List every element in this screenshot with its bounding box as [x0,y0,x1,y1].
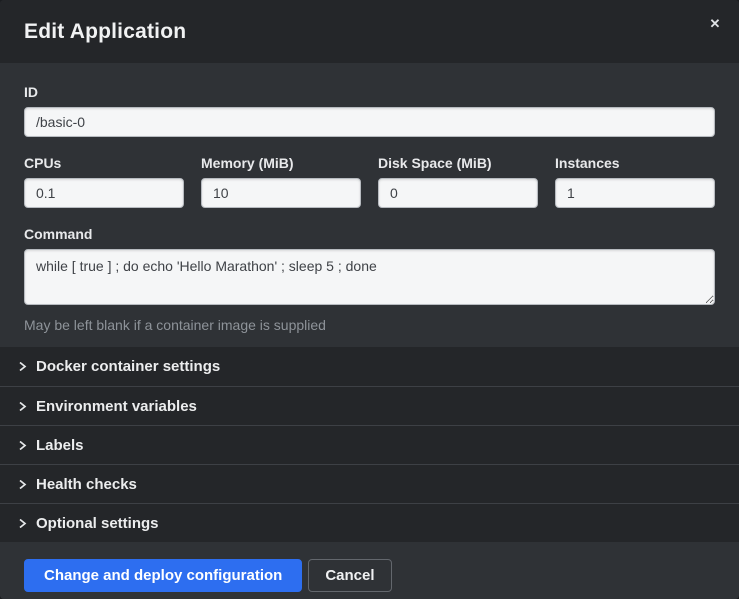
command-help-text: May be left blank if a container image i… [24,317,715,333]
modal-header: Edit Application ✕ [0,0,739,63]
disk-label: Disk Space (MiB) [378,155,538,171]
change-and-deploy-button[interactable]: Change and deploy configuration [24,559,302,592]
chevron-right-icon [18,402,27,411]
edit-application-modal: Edit Application ✕ ID CPUs Memory (MiB) … [0,0,739,599]
resources-row: CPUs Memory (MiB) Disk Space (MiB) Insta… [24,155,715,208]
section-label: Optional settings [36,515,159,532]
cancel-button[interactable]: Cancel [308,559,391,592]
instances-label: Instances [555,155,715,171]
command-field-group: Command while [ true ] ; do echo 'Hello … [24,226,715,333]
disk-field-group: Disk Space (MiB) [378,155,538,208]
section-docker-container-settings[interactable]: Docker container settings [0,347,739,386]
chevron-right-icon [18,362,27,371]
command-label: Command [24,226,715,242]
section-label: Docker container settings [36,358,220,375]
instances-input[interactable] [555,178,715,208]
section-health-checks[interactable]: Health checks [0,464,739,503]
memory-input[interactable] [201,178,361,208]
cpus-input[interactable] [24,178,184,208]
disk-input[interactable] [378,178,538,208]
close-icon[interactable]: ✕ [706,15,724,33]
id-label: ID [24,84,715,100]
section-optional-settings[interactable]: Optional settings [0,503,739,542]
section-labels[interactable]: Labels [0,425,739,464]
id-field-group: ID [24,84,715,137]
modal-footer: Change and deploy configuration Cancel [0,542,739,599]
section-environment-variables[interactable]: Environment variables [0,386,739,425]
id-input[interactable] [24,107,715,137]
section-label: Environment variables [36,398,197,415]
cpus-label: CPUs [24,155,184,171]
instances-field-group: Instances [555,155,715,208]
command-textarea[interactable]: while [ true ] ; do echo 'Hello Marathon… [24,249,715,305]
cpus-field-group: CPUs [24,155,184,208]
chevron-right-icon [18,480,27,489]
section-label: Health checks [36,476,137,493]
chevron-right-icon [18,519,27,528]
section-label: Labels [36,437,84,454]
collapsible-sections: Docker container settings Environment va… [0,347,739,542]
application-form: ID CPUs Memory (MiB) Disk Space (MiB) In… [0,63,739,347]
memory-label: Memory (MiB) [201,155,361,171]
modal-title: Edit Application [24,20,186,44]
chevron-right-icon [18,441,27,450]
memory-field-group: Memory (MiB) [201,155,361,208]
